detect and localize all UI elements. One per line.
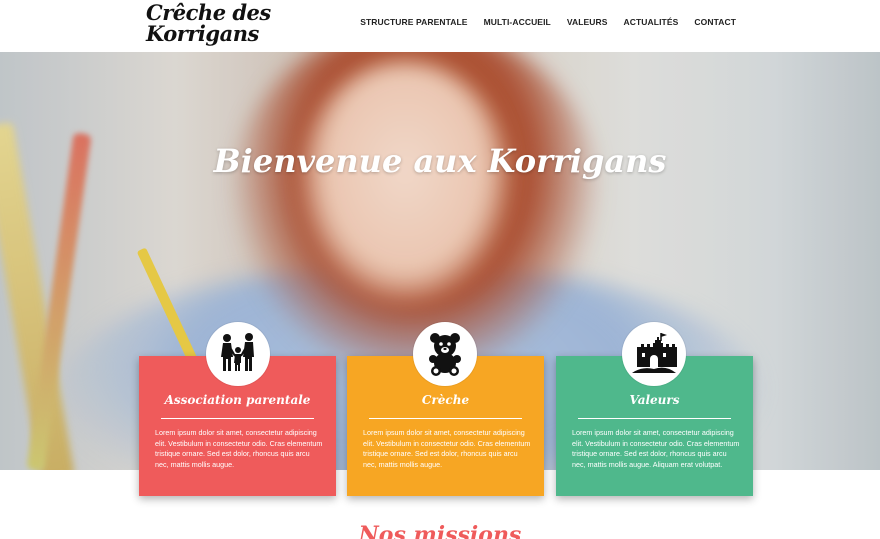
card-text: Lorem ipsum dolor sit amet, consectetur … — [155, 428, 323, 469]
card-text: Lorem ipsum dolor sit amet, consectetur … — [363, 428, 531, 469]
card-title: Valeurs — [629, 393, 680, 407]
family-icon — [206, 322, 270, 386]
site-logo[interactable]: Crêche des Korrigans — [146, 2, 271, 44]
nav-item-actualites[interactable]: ACTUALITÉS — [624, 17, 679, 27]
section-title-missions: Nos missions — [358, 522, 522, 539]
card-title: Association parentale — [164, 393, 311, 407]
site-header: Crêche des Korrigans STRUCTURE PARENTALE… — [0, 0, 880, 52]
card-divider — [578, 418, 731, 419]
logo-line-2: Korrigans — [146, 21, 259, 46]
logo-line-1: Crêche des — [146, 0, 271, 25]
nav-item-multi-accueil[interactable]: MULTI-ACCUEIL — [484, 17, 551, 27]
card-title: Crèche — [421, 393, 470, 407]
castle-icon — [622, 322, 686, 386]
card-divider — [369, 418, 522, 419]
card-text: Lorem ipsum dolor sit amet, consectetur … — [572, 428, 740, 469]
nav-item-valeurs[interactable]: VALEURS — [567, 17, 608, 27]
nav-item-structure-parentale[interactable]: STRUCTURE PARENTALE — [360, 17, 467, 27]
nav-item-contact[interactable]: CONTACT — [694, 17, 736, 27]
card-divider — [161, 418, 314, 419]
hero-title: Bienvenue aux Korrigans — [213, 142, 667, 180]
teddy-bear-icon — [413, 322, 477, 386]
main-nav: STRUCTURE PARENTALE MULTI-ACCUEIL VALEUR… — [360, 17, 736, 27]
